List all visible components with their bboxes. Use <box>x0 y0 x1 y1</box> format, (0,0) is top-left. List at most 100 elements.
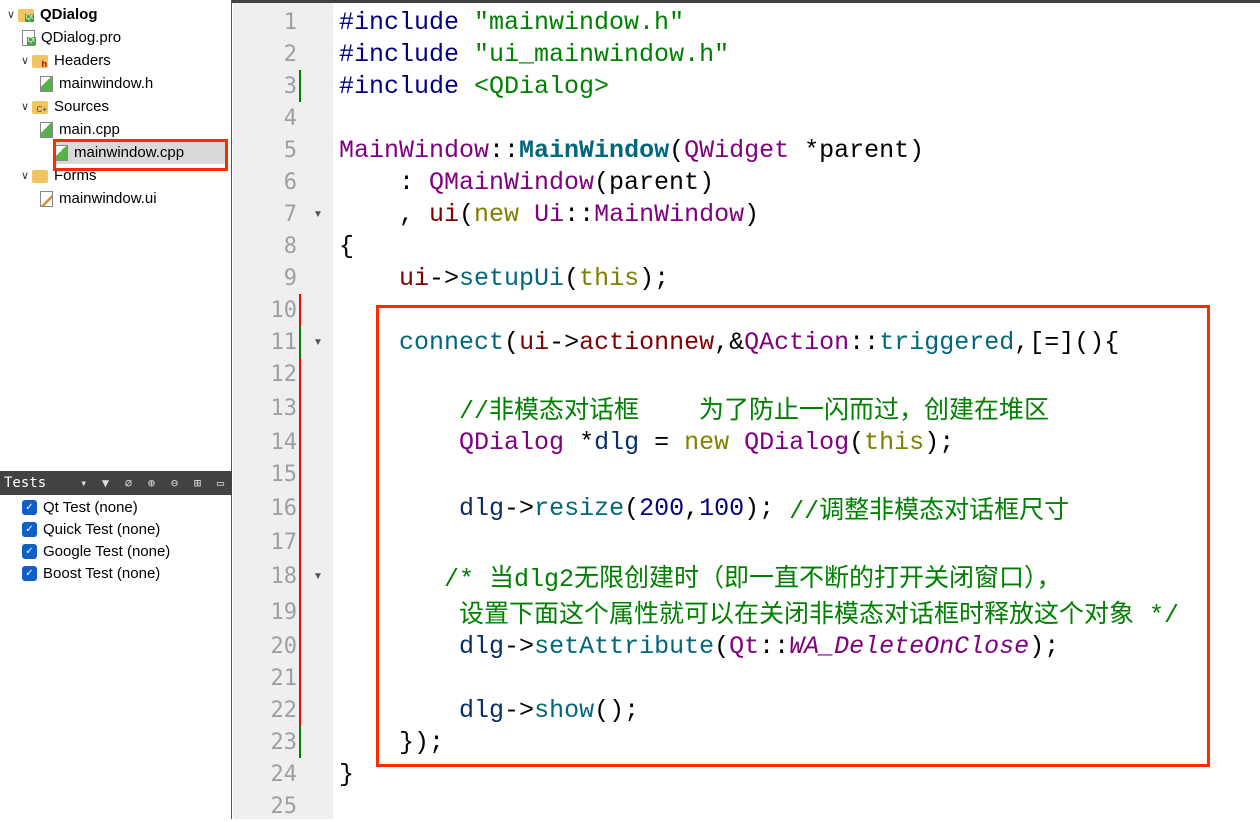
test-item[interactable]: ✓ Qt Test (none) <box>22 496 138 518</box>
change-marker-red <box>299 490 301 526</box>
checkbox-checked-icon[interactable]: ✓ <box>22 543 37 559</box>
line-number: 2 <box>283 41 297 67</box>
test-item-label: Google Test (none) <box>43 542 171 560</box>
line-number: 15 <box>270 461 298 487</box>
tests-panel-title[interactable]: Tests <box>0 475 74 491</box>
code-token: <QDialog> <box>474 71 610 101</box>
change-marker-red <box>299 390 301 426</box>
code-token: ) <box>744 199 760 229</box>
test-item[interactable]: ✓ Google Test (none) <box>22 540 170 562</box>
code-line: } <box>339 758 354 790</box>
filter-icon[interactable]: ▼ <box>94 476 117 490</box>
change-marker-red <box>299 558 301 594</box>
test-item[interactable]: ✓ Boost Test (none) <box>22 562 160 584</box>
change-marker-red <box>299 694 301 726</box>
code-line: #include "ui_mainwindow.h" <box>339 38 729 70</box>
clean-icon[interactable]: ∅ <box>117 476 140 490</box>
line-number: 8 <box>283 233 297 259</box>
change-marker-red <box>299 662 301 694</box>
checkbox-checked-icon[interactable]: ✓ <box>22 499 37 515</box>
line-number: 21 <box>270 665 298 691</box>
change-marker-red <box>299 526 301 558</box>
line-number: 24 <box>270 761 298 787</box>
code-token: this <box>579 263 640 293</box>
forms-folder-icon <box>32 170 48 183</box>
code-token: { <box>339 231 355 261</box>
project-sidebar: ∨ Qt QDialog Qt QDialog.pro ∨ h Headers mainwind… <box>0 0 232 819</box>
code-token: ); <box>639 263 670 293</box>
line-number: 13 <box>270 395 298 421</box>
change-marker-red <box>299 458 301 490</box>
change-marker-red <box>299 426 301 458</box>
checkbox-checked-icon[interactable]: ✓ <box>22 565 37 581</box>
chevron-down-icon[interactable]: ∨ <box>4 8 18 21</box>
line-number: 4 <box>283 105 297 131</box>
close-pane-icon[interactable]: ▭ <box>209 476 232 490</box>
line-number: 20 <box>270 633 298 659</box>
code-token: QMainWindow <box>429 167 595 197</box>
tree-item-label: mainwindow.h <box>59 75 154 92</box>
code-token: -> <box>429 263 460 293</box>
line-number: 6 <box>283 169 297 195</box>
tests-panel-header: Tests ▾ ▼ ∅ ⊕ ⊖ ⊞ ▭ <box>0 471 232 495</box>
line-number: 5 <box>283 137 297 163</box>
code-token: } <box>339 759 355 789</box>
change-marker-red <box>299 594 301 630</box>
code-token: MainWindow <box>339 135 490 165</box>
line-number: 10 <box>270 297 298 323</box>
fold-arrow-icon[interactable]: ▼ <box>313 558 323 594</box>
fold-arrow-icon[interactable]: ▼ <box>313 198 323 230</box>
code-token: :: <box>489 135 520 165</box>
fold-arrow-icon[interactable]: ▼ <box>313 326 323 358</box>
change-marker-green <box>299 326 301 358</box>
collapse-all-icon[interactable]: ⊖ <box>163 476 186 490</box>
tree-item-mainwindow-ui[interactable]: mainwindow.ui <box>40 187 157 210</box>
code-line: #include <QDialog> <box>339 70 609 102</box>
test-item[interactable]: ✓ Quick Test (none) <box>22 518 160 540</box>
test-item-label: Quick Test (none) <box>43 520 161 538</box>
code-line: #include "mainwindow.h" <box>339 6 684 38</box>
code-token: MainWindow <box>594 199 745 229</box>
line-number: 3 <box>283 73 297 99</box>
checkbox-checked-icon[interactable]: ✓ <box>22 521 37 537</box>
tree-item-main-cpp[interactable]: main.cpp <box>40 118 120 141</box>
tree-item-qdialog-pro[interactable]: Qt QDialog.pro <box>22 26 121 49</box>
tree-item-qdialog[interactable]: ∨ Qt QDialog <box>4 3 98 26</box>
line-number: 1 <box>283 9 297 35</box>
line-number: 25 <box>270 793 298 819</box>
code-line: { <box>339 230 354 262</box>
tree-item-mainwindow-h[interactable]: mainwindow.h <box>40 72 153 95</box>
code-token: :: <box>564 199 595 229</box>
chevron-down-icon[interactable]: ∨ <box>18 54 32 67</box>
dropdown-arrow-icon[interactable]: ▾ <box>74 476 95 490</box>
line-number: 22 <box>270 697 298 723</box>
split-add-icon[interactable]: ⊞ <box>186 476 209 490</box>
code-token: : <box>339 167 430 197</box>
line-number: 16 <box>270 495 298 521</box>
line-number: 9 <box>283 265 297 291</box>
ui-file-icon <box>40 190 53 207</box>
tree-item-label: QDialog <box>40 6 98 23</box>
tree-item-label: main.cpp <box>59 121 120 138</box>
tree-item-label: Sources <box>54 98 110 115</box>
qt-pro-file-icon: Qt <box>22 29 36 46</box>
tree-item-sources[interactable]: ∨ C+ Sources <box>18 95 109 118</box>
tree-item-headers[interactable]: ∨ h Headers <box>18 49 111 72</box>
code-line: ui -> setupUi(this); <box>339 262 669 294</box>
code-token: "mainwindow.h" <box>474 7 685 37</box>
code-token: ( <box>669 135 685 165</box>
qt-project-folder-icon: Qt <box>18 9 34 22</box>
code-token: ( <box>459 199 475 229</box>
code-token: "ui_mainwindow.h" <box>474 39 730 69</box>
code-token: QWidget <box>684 135 790 165</box>
change-marker-red <box>299 294 301 326</box>
chevron-down-icon[interactable]: ∨ <box>18 100 32 113</box>
line-number: 7 <box>283 201 297 227</box>
code-token: *parent) <box>789 135 925 165</box>
headers-folder-icon: h <box>32 55 48 69</box>
expand-all-icon[interactable]: ⊕ <box>140 476 163 490</box>
chevron-down-icon[interactable]: ∨ <box>18 169 32 182</box>
change-marker-green <box>299 726 301 758</box>
code-token: #include <box>339 7 475 37</box>
test-item-label: Qt Test (none) <box>43 498 138 516</box>
